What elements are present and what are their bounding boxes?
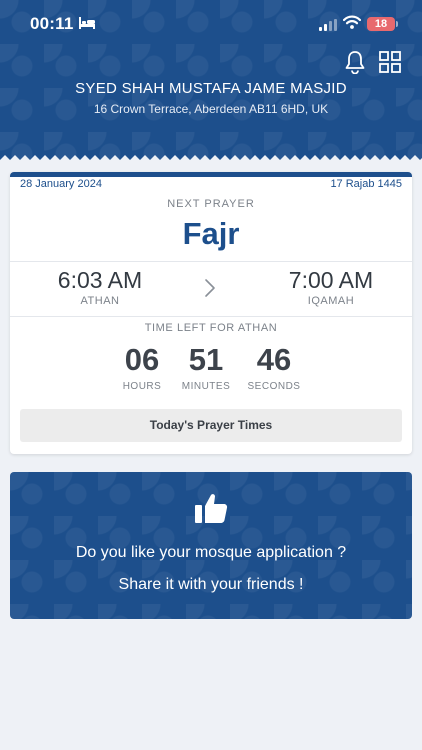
iqamah-time: 7:00 AM — [288, 267, 374, 293]
status-bar: 00:11 18 — [0, 0, 422, 48]
iqamah-label: IQAMAH — [307, 295, 355, 307]
divider — [10, 316, 412, 317]
card-top-border — [10, 172, 412, 177]
countdown-seconds: 46 — [256, 342, 292, 377]
time-left-label: TIME LEFT FOR ATHAN — [144, 322, 278, 334]
mosque-address: 16 Crown Terrace, Aberdeen AB11 6HD, UK — [93, 102, 329, 116]
mosque-name: SYED SHAH MUSTAFA JAME MASJID — [75, 80, 347, 97]
countdown-hours-label: HOURS — [122, 381, 162, 392]
next-prayer-card: 28 January 2024 17 Rajab 1445 NEXT PRAYE… — [10, 172, 412, 454]
thumbs-up-icon — [194, 492, 228, 529]
athan-time: 6:03 AM — [57, 267, 143, 293]
bell-icon[interactable] — [344, 50, 366, 79]
share-question: Do you like your mosque application ? — [75, 544, 347, 561]
countdown-hours: 06 — [124, 342, 160, 377]
athan-label: ATHAN — [80, 295, 120, 307]
wifi-icon — [342, 15, 362, 34]
status-time: 00:11 — [30, 14, 74, 33]
battery-icon: 18 — [367, 17, 395, 31]
countdown-seconds-label: SECONDS — [247, 381, 301, 392]
countdown-minutes: 51 — [188, 342, 224, 377]
next-prayer-label: NEXT PRAYER — [167, 198, 255, 210]
signal-icon — [319, 18, 337, 36]
chevron-right-icon[interactable] — [203, 277, 217, 304]
prayer-name: Fajr — [182, 216, 240, 251]
hijri-date: 17 Rajab 1445 — [330, 178, 402, 190]
prayer-times-row: 6:03 AM ATHAN 7:00 AM IQAMAH — [10, 262, 412, 316]
header-zigzag-edge — [0, 155, 422, 165]
battery-tip — [396, 21, 398, 27]
share-prompt: Share it with your friends ! — [118, 576, 304, 593]
header-banner: 00:11 18 SYED SHAH MUSTAFA JAME MASJID 1… — [0, 0, 422, 165]
grid-icon[interactable] — [379, 51, 401, 78]
gregorian-date: 28 January 2024 — [20, 178, 102, 190]
bed-icon — [78, 16, 96, 35]
countdown-minutes-label: MINUTES — [181, 381, 231, 392]
todays-prayer-times-button[interactable]: Today's Prayer Times — [20, 409, 402, 442]
share-app-card[interactable]: Do you like your mosque application ? Sh… — [10, 472, 412, 619]
